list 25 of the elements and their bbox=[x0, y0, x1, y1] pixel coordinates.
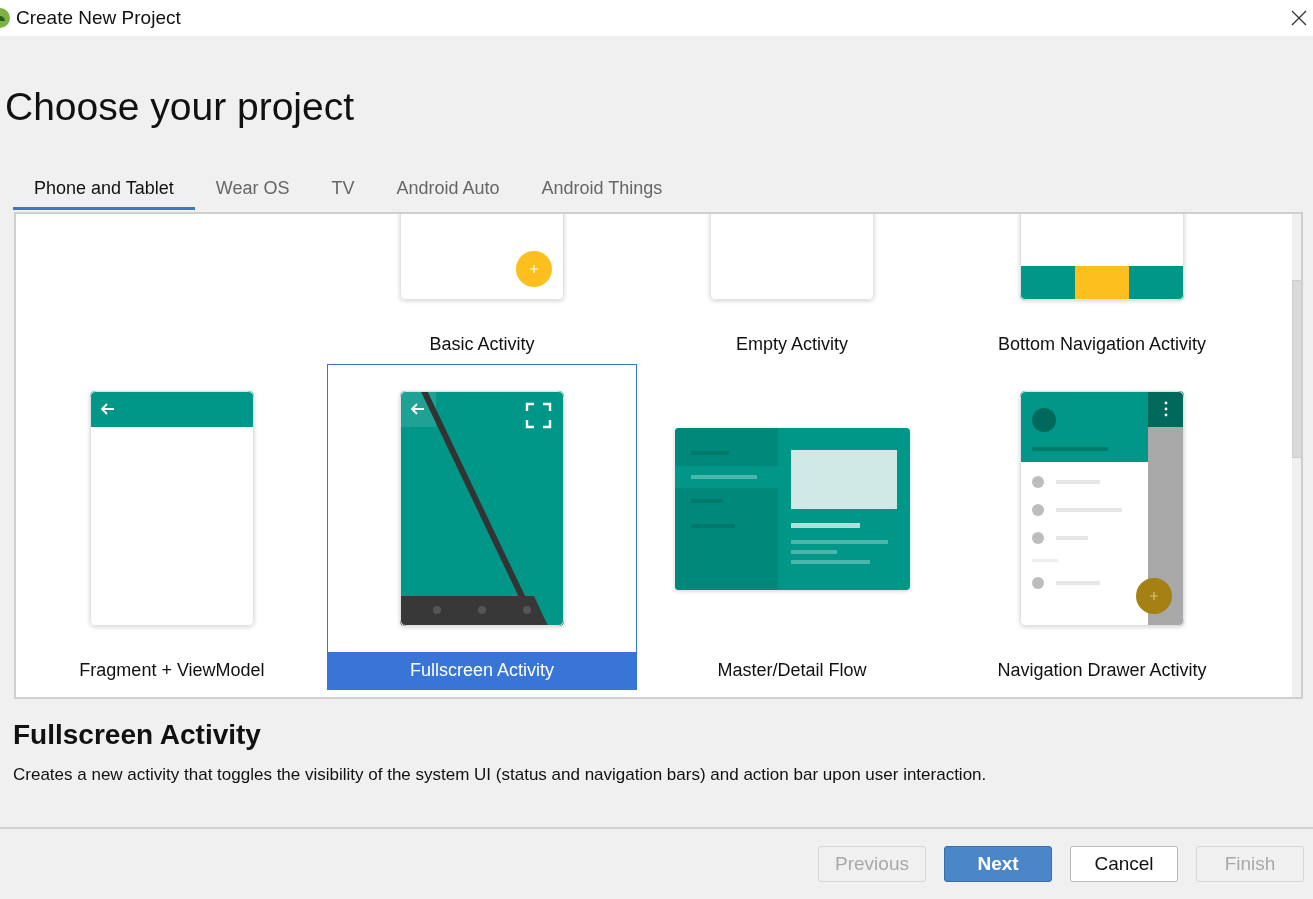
template-tile[interactable]: Basic Activity bbox=[327, 214, 637, 364]
template-label: Navigation Drawer Activity bbox=[997, 660, 1207, 681]
tab[interactable]: Android Auto bbox=[375, 170, 521, 210]
page-heading: Choose your project bbox=[4, 84, 356, 128]
template-title: Fullscreen Activity bbox=[13, 719, 262, 752]
template-label: Fullscreen Activity bbox=[409, 660, 554, 681]
template-tile[interactable]: Bottom Navigation Activity bbox=[947, 214, 1257, 364]
close-icon[interactable] bbox=[1291, 10, 1307, 26]
template-label: Fragment + ViewModel bbox=[79, 660, 265, 681]
template-tile[interactable]: Navigation Drawer Activity bbox=[947, 364, 1257, 690]
template-label: Master/Detail Flow bbox=[717, 660, 867, 681]
primary-button[interactable]: Next bbox=[944, 846, 1052, 882]
template-tile[interactable]: Fullscreen Activity bbox=[327, 364, 637, 690]
window-title: Create New Project bbox=[16, 7, 181, 29]
tab[interactable]: TV bbox=[310, 170, 376, 210]
tab[interactable]: Android Things bbox=[520, 170, 684, 210]
dialog-button[interactable]: Cancel bbox=[1070, 846, 1178, 882]
template-tile[interactable]: Master/Detail Flow bbox=[637, 364, 947, 690]
template-label: Basic Activity bbox=[429, 334, 535, 355]
template-label: Bottom Navigation Activity bbox=[997, 334, 1207, 355]
template-label: Empty Activity bbox=[736, 334, 848, 355]
template-tile[interactable]: Fragment + ViewModel bbox=[17, 364, 327, 690]
template-tile[interactable]: Empty Activity bbox=[637, 214, 947, 364]
template-description: Creates a new activity that toggles the visibility of the system UI (status and navigation bars) and action bar upon user interaction. bbox=[13, 765, 988, 785]
tab[interactable]: Wear OS bbox=[194, 170, 311, 210]
